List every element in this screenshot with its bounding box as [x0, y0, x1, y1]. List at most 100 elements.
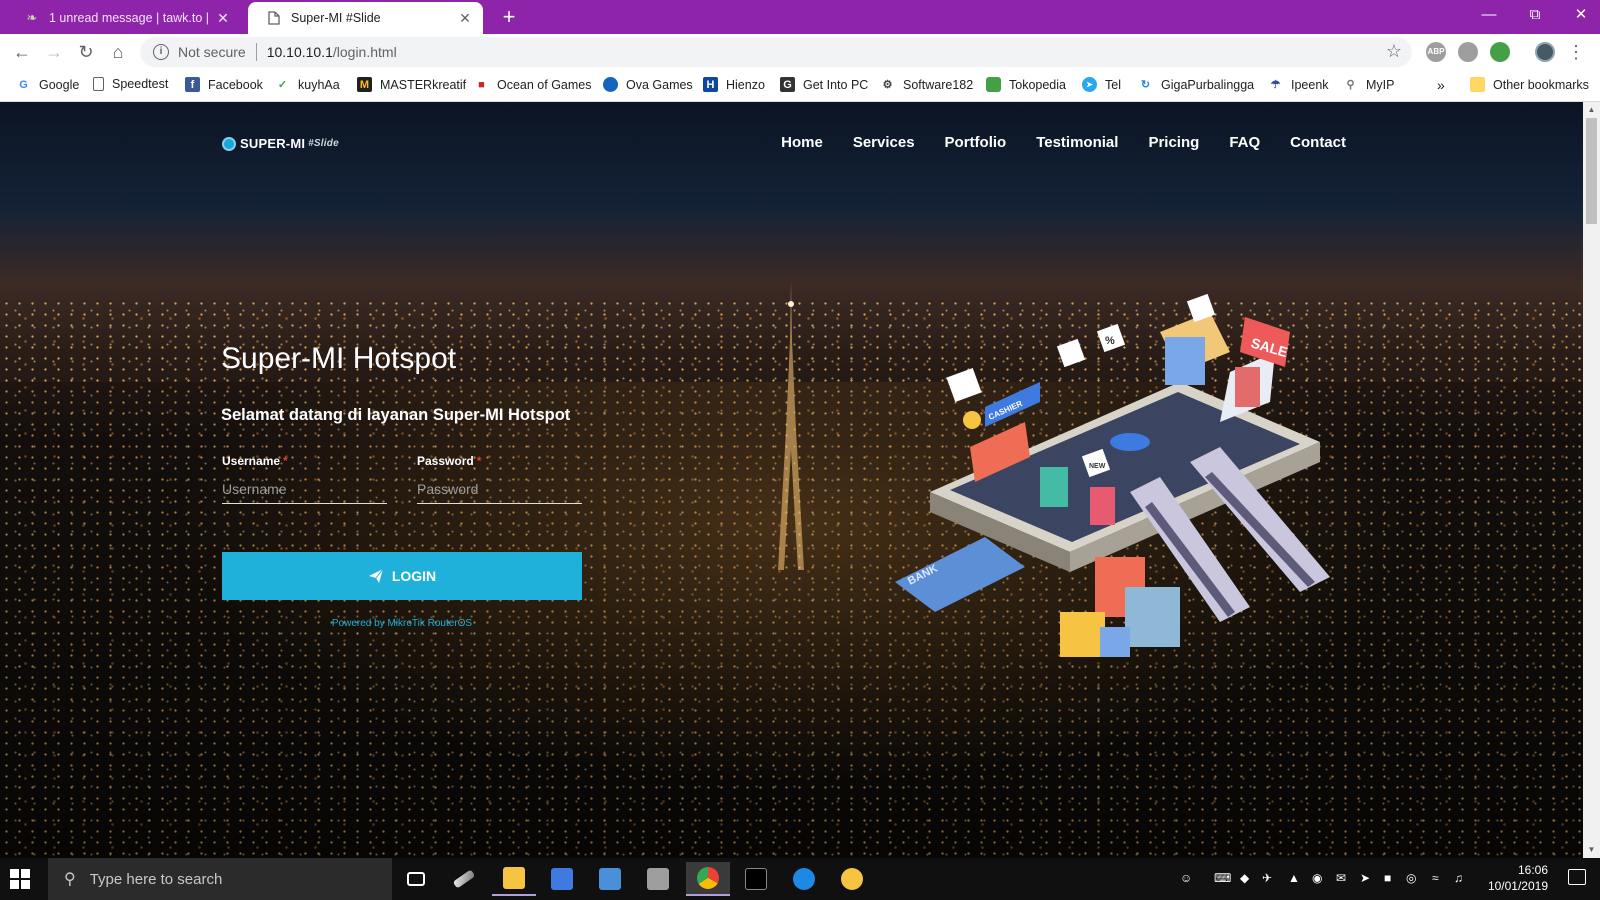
logo-tag: #Slide [308, 138, 339, 149]
winbox-icon[interactable] [782, 862, 826, 896]
close-icon[interactable]: ✕ [457, 10, 473, 26]
url-text[interactable]: 10.10.10.1/login.html [267, 44, 397, 60]
masterkreatif-icon: M [357, 77, 372, 92]
tab-tawk[interactable]: ❧ 1 unread message | tawk.to | Cha ✕ [6, 2, 241, 34]
search-placeholder: Type here to search [89, 870, 223, 888]
login-button[interactable]: LOGIN [222, 552, 582, 600]
bookmark-myip[interactable]: ⚲ MyIP [1343, 77, 1394, 92]
system-app-icon[interactable] [636, 862, 680, 896]
window-close-button[interactable]: ✕ [1558, 0, 1600, 30]
bookmark-google[interactable]: G Google [16, 77, 79, 92]
home-icon[interactable]: ⌂ [104, 38, 132, 66]
address-bar[interactable]: i Not secure 10.10.10.1/login.html ☆ [140, 37, 1412, 67]
bookmark-facebook[interactable]: f Facebook [185, 77, 263, 92]
bookmark-tel[interactable]: ➤ Tel [1082, 77, 1121, 92]
windows-start-icon[interactable] [10, 869, 30, 889]
bookmarks-overflow-button[interactable]: » [1437, 77, 1445, 93]
yellow-app-icon[interactable] [830, 862, 874, 896]
nav-pricing[interactable]: Pricing [1148, 134, 1199, 151]
powered-by-text[interactable]: Powered by MikroTik RouterOS [222, 618, 582, 629]
url-host: 10.10.10.1 [266, 44, 333, 60]
task-view-icon[interactable] [394, 862, 438, 896]
remote-desktop-icon[interactable] [540, 862, 584, 896]
avatar[interactable] [1535, 42, 1555, 62]
clock-date: 10/01/2019 [1487, 879, 1548, 893]
other-bookmarks[interactable]: Other bookmarks [1470, 77, 1589, 92]
scroll-down-arrow-icon[interactable]: ▼ [1583, 842, 1600, 858]
keyboard-icon[interactable]: ⌨ [1214, 871, 1231, 885]
forward-arrow-icon[interactable]: → [40, 38, 68, 66]
site-logo[interactable]: SUPER-MI #Slide [222, 136, 339, 151]
notification-icon[interactable] [1568, 869, 1586, 885]
feather-icon: ❧ [26, 10, 38, 25]
adblock-extension-icon[interactable]: ABP [1426, 42, 1446, 62]
tokopedia-icon [986, 77, 1001, 92]
bookmark-label: Tokopedia [1009, 77, 1066, 92]
nav-portfolio[interactable]: Portfolio [945, 134, 1007, 151]
bookmark-label: Speedtest [112, 77, 169, 91]
info-icon[interactable]: i [153, 44, 169, 60]
file-explorer-icon[interactable] [492, 862, 536, 896]
clock-time: 16:06 [1517, 863, 1548, 877]
terminal-icon[interactable] [734, 862, 778, 896]
globe-tray-icon[interactable]: ◎ [1406, 871, 1416, 885]
lock-extension-icon[interactable] [1458, 42, 1478, 62]
globe-extension-icon[interactable] [1490, 42, 1510, 62]
bookmark-speedtest[interactable]: Speedtest [93, 77, 168, 91]
restore-button[interactable]: ⧉ [1512, 0, 1558, 30]
tray-app-icon[interactable]: ◆ [1240, 871, 1249, 885]
close-icon[interactable]: ✕ [215, 10, 231, 26]
password-input[interactable] [417, 474, 582, 504]
new-tab-button[interactable]: + [496, 5, 522, 31]
tray-icon-blue[interactable]: ◉ [1312, 871, 1322, 885]
bookmark-tokopedia[interactable]: Tokopedia [986, 77, 1066, 92]
getintopc-icon: G [780, 77, 795, 92]
bookmark-get-into-pc[interactable]: G Get Into PC [780, 77, 868, 92]
taskbar-search[interactable]: ⚲ Type here to search [48, 858, 392, 900]
wifi-icon[interactable]: ≈ [1432, 871, 1439, 885]
shield-tray-icon[interactable]: ▲ [1288, 871, 1300, 885]
minimize-button[interactable]: — [1466, 0, 1512, 30]
shield-icon: ☂ [1270, 79, 1281, 91]
bookmark-hienzo[interactable]: H Hienzo [703, 77, 765, 92]
bookmark-gigapurbalingga[interactable]: ↻ GigaPurbalingga [1138, 77, 1254, 92]
nav-testimonial[interactable]: Testimonial [1036, 134, 1118, 151]
messenger-tray-icon[interactable]: ✉ [1336, 871, 1346, 885]
nav-contact[interactable]: Contact [1290, 134, 1346, 151]
page-scrollbar[interactable]: ▲ ▼ [1583, 102, 1600, 858]
nav-services[interactable]: Services [853, 134, 915, 151]
bookmark-ipeenk[interactable]: ☂ Ipeenk [1268, 77, 1329, 92]
network-tray-icon[interactable]: ✈ [1262, 871, 1272, 885]
back-arrow-icon[interactable]: ← [8, 38, 36, 66]
control-panel-icon[interactable] [588, 862, 632, 896]
nav-faq[interactable]: FAQ [1229, 134, 1260, 151]
facebook-icon: f [185, 77, 200, 92]
chrome-icon[interactable] [686, 862, 730, 896]
tab-title: Super-MI #Slide [291, 11, 381, 25]
bookmark-label: Facebook [208, 77, 263, 92]
username-input[interactable] [222, 474, 387, 504]
people-icon[interactable]: ☺ [1180, 871, 1192, 885]
volume-icon[interactable]: ♫ [1454, 871, 1463, 885]
bookmark-ova-games[interactable]: Ova Games [603, 77, 693, 92]
bookmark-ocean-of-games[interactable]: ■ Ocean of Games [474, 77, 591, 92]
scrollbar-thumb[interactable] [1586, 118, 1597, 224]
tab-super-mi[interactable]: Super-MI #Slide ✕ [248, 2, 483, 34]
windows-taskbar: ⚲ Type here to search ☺ ⌨ ◆ ✈ ▲ ◉ ✉ ➤ ■ … [0, 858, 1600, 900]
scroll-up-arrow-icon[interactable]: ▲ [1583, 102, 1600, 118]
nvidia-tray-icon[interactable]: ■ [1384, 871, 1391, 885]
reload-icon[interactable]: ↻ [72, 38, 100, 66]
pen-app-icon[interactable] [442, 862, 486, 896]
taskbar-clock[interactable]: 16:06 10/01/2019 [1488, 862, 1548, 894]
bookmark-masterkreatif[interactable]: M MASTERkreatif [357, 77, 466, 92]
security-label[interactable]: Not secure [178, 44, 246, 60]
bookmark-software182[interactable]: ⚙ Software182 [880, 77, 974, 92]
bookmark-kuyhaa[interactable]: ✓ kuyhAa [275, 77, 340, 92]
bookmark-label: Hienzo [726, 77, 765, 92]
divider [255, 43, 257, 61]
nav-home[interactable]: Home [781, 134, 823, 151]
bookmark-star-icon[interactable]: ☆ [1386, 41, 1402, 62]
hienzo-icon: H [703, 77, 718, 92]
telegram-tray-icon[interactable]: ➤ [1360, 871, 1370, 885]
menu-icon[interactable]: ⋮ [1566, 38, 1586, 66]
